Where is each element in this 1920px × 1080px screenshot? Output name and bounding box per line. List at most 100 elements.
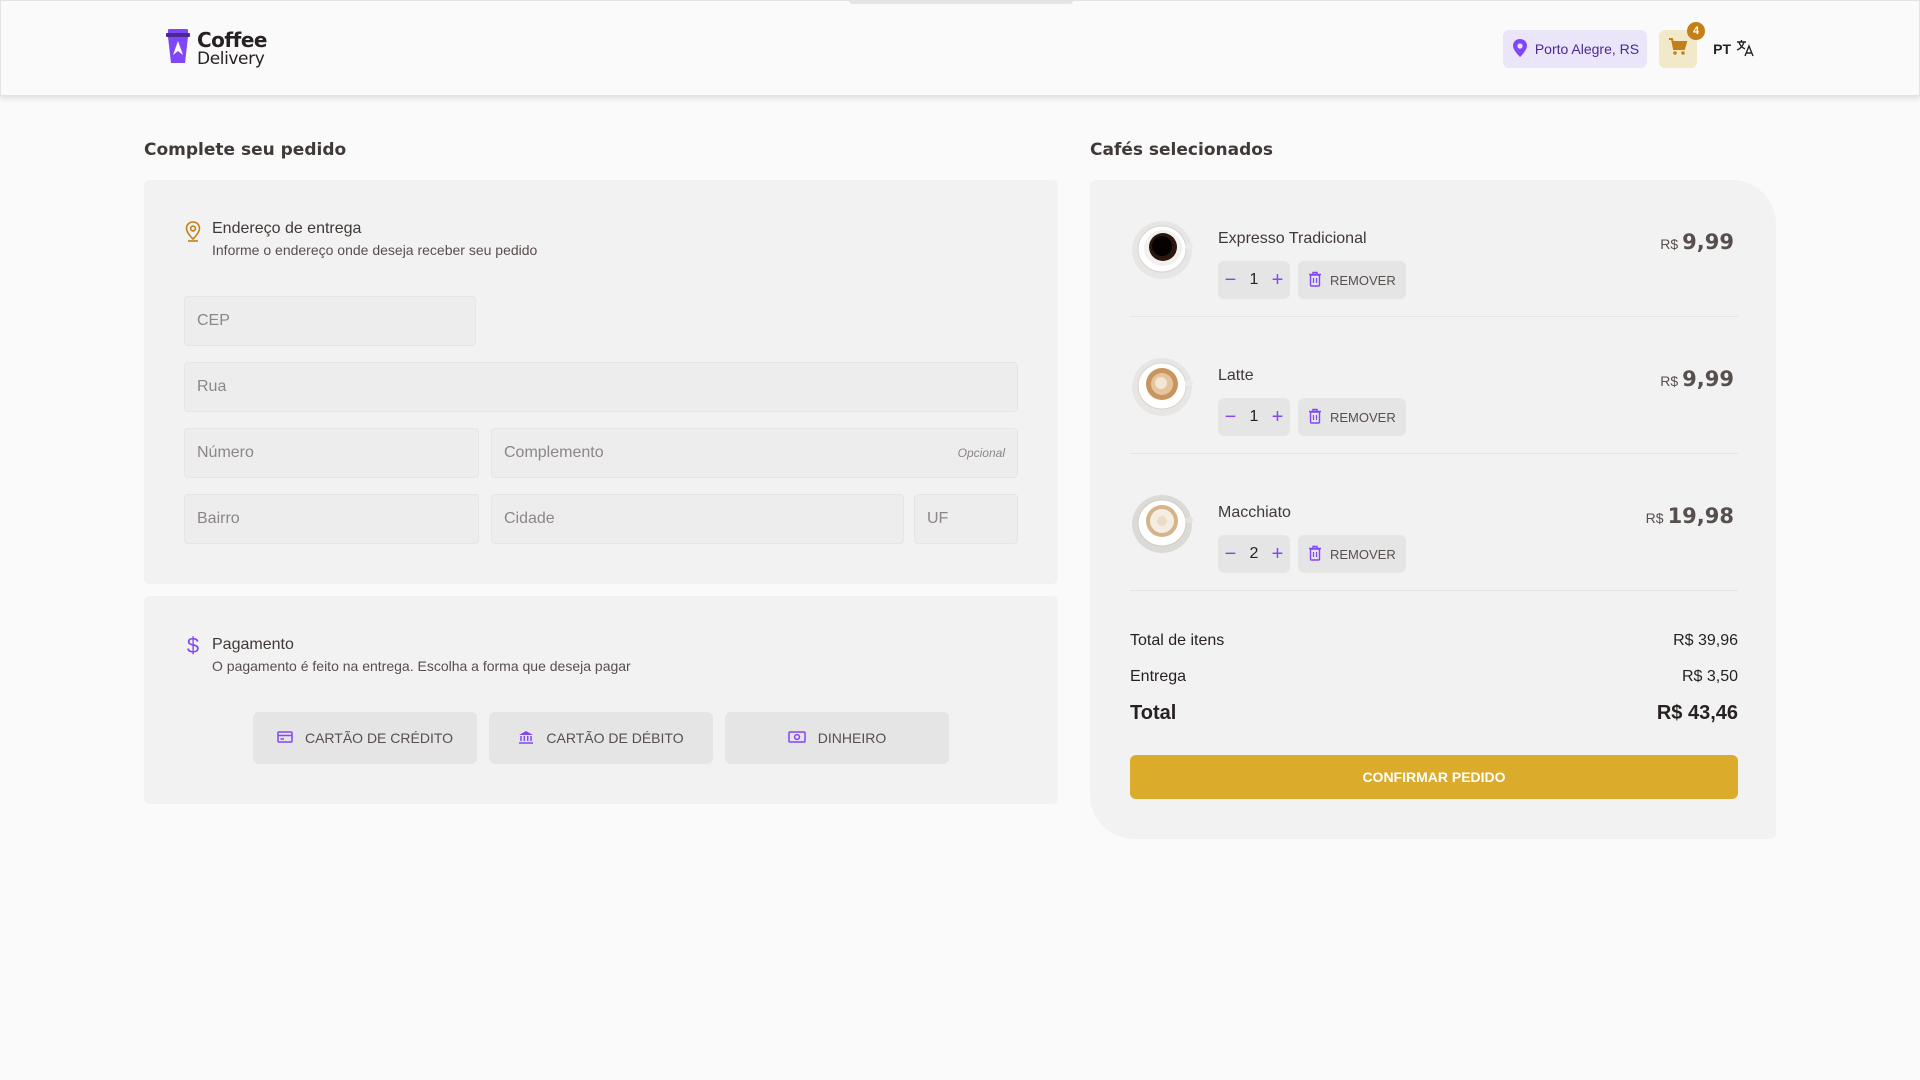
address-card: Endereço de entrega Informe o endereço o… <box>144 180 1058 584</box>
item-quantity: 1 <box>1249 271 1259 288</box>
minus-icon[interactable]: − <box>1225 544 1237 564</box>
item-price-value: 19,98 <box>1667 504 1734 528</box>
expresso-cup-image <box>1130 216 1194 280</box>
plus-icon[interactable]: + <box>1272 270 1284 290</box>
dollar-icon: $ <box>186 633 200 658</box>
bairro-input[interactable]: Bairro <box>184 494 479 544</box>
delivery-row: Entrega R$ 3,50 <box>1130 668 1738 686</box>
map-pin-icon <box>1511 38 1529 61</box>
quantity-stepper: − 1 + <box>1218 398 1290 436</box>
quantity-stepper: − 1 + <box>1218 261 1290 299</box>
plus-icon[interactable]: + <box>1272 544 1284 564</box>
payment-card: $ Pagamento O pagamento é feito na entre… <box>144 596 1058 804</box>
uf-input[interactable]: UF <box>914 494 1018 544</box>
cep-input[interactable]: CEP <box>184 296 476 346</box>
address-subtitle: Informe o endereço onde deseja receber s… <box>212 242 538 258</box>
delivery-label: Entrega <box>1130 668 1187 685</box>
cep-placeholder: CEP <box>197 312 230 329</box>
map-pin-outline-icon <box>184 220 202 258</box>
bairro-placeholder: Bairro <box>197 510 240 527</box>
item-price: R$ 9,99 <box>1660 230 1734 254</box>
translate-icon <box>1735 38 1755 61</box>
cidade-input[interactable]: Cidade <box>491 494 904 544</box>
item-quantity: 2 <box>1249 545 1259 562</box>
complemento-input[interactable]: Complemento Opcional <box>491 428 1018 478</box>
cart-section-title: Cafés selecionados <box>1090 140 1274 160</box>
remove-label: REMOVER <box>1330 546 1396 562</box>
uf-placeholder: UF <box>927 510 949 527</box>
cart-item: Macchiato − 2 + REMOVER R$ 19,98 <box>1130 454 1738 591</box>
remove-button[interactable]: REMOVER <box>1298 398 1406 436</box>
trash-icon <box>1308 545 1322 564</box>
minus-icon[interactable]: − <box>1225 270 1237 290</box>
numero-input[interactable]: Número <box>184 428 479 478</box>
bank-icon <box>518 729 534 748</box>
item-price: R$ 9,99 <box>1660 367 1734 391</box>
trash-icon <box>1308 408 1322 427</box>
complemento-placeholder: Complemento <box>504 444 604 461</box>
logo[interactable]: Coffee Delivery <box>165 27 267 70</box>
payment-credit-button[interactable]: CARTÃO DE CRÉDITO <box>253 712 477 764</box>
cart-item: Latte − 1 + REMOVER R$ 9,99 <box>1130 317 1738 454</box>
header: Coffee Delivery Porto Alegre, RS 4 PT <box>0 0 1920 96</box>
credit-card-icon <box>277 730 293 747</box>
coffee-cup-logo-icon <box>165 27 191 70</box>
remove-label: REMOVER <box>1330 272 1396 288</box>
remove-button[interactable]: REMOVER <box>1298 535 1406 573</box>
item-quantity: 1 <box>1249 408 1259 425</box>
confirm-order-button[interactable]: CONFIRMAR PEDIDO <box>1130 755 1738 799</box>
currency-label: R$ <box>1660 236 1679 252</box>
item-price-value: 9,99 <box>1682 230 1734 254</box>
cart-button[interactable]: 4 <box>1659 22 1706 68</box>
header-tab-indicator <box>849 1 1073 4</box>
remove-label: REMOVER <box>1330 409 1396 425</box>
cidade-placeholder: Cidade <box>504 510 555 527</box>
payment-title: Pagamento <box>212 636 294 653</box>
shopping-cart-icon <box>1668 37 1688 62</box>
logo-line2: Delivery <box>197 48 265 69</box>
item-name: Expresso Tradicional <box>1218 230 1367 247</box>
items-total-row: Total de itens R$ 39,96 <box>1130 632 1738 650</box>
payment-debit-label: CARTÃO DE DÉBITO <box>546 730 684 746</box>
total-label: Total <box>1130 702 1177 724</box>
numero-placeholder: Número <box>197 444 254 461</box>
item-price-value: 9,99 <box>1682 367 1734 391</box>
rua-placeholder: Rua <box>197 378 227 395</box>
remove-button[interactable]: REMOVER <box>1298 261 1406 299</box>
address-title: Endereço de entrega <box>212 220 362 237</box>
item-price: R$ 19,98 <box>1646 504 1734 528</box>
language-switcher[interactable]: PT <box>1713 38 1755 61</box>
payment-cash-label: DINHEIRO <box>817 730 887 746</box>
latte-cup-image <box>1130 353 1194 417</box>
items-total-label: Total de itens <box>1130 632 1225 649</box>
item-name: Macchiato <box>1218 504 1291 521</box>
totals-section: Total de itens R$ 39,96 Entrega R$ 3,50 … <box>1130 632 1738 725</box>
plus-icon[interactable]: + <box>1272 407 1284 427</box>
minus-icon[interactable]: − <box>1225 407 1237 427</box>
payment-credit-label: CARTÃO DE CRÉDITO <box>304 730 454 746</box>
cart-panel: Expresso Tradicional − 1 + REMOVER R$ 9,… <box>1090 180 1776 839</box>
total-value: R$ 43,46 <box>1656 702 1738 724</box>
location-badge[interactable]: Porto Alegre, RS <box>1502 30 1648 68</box>
money-icon <box>788 730 806 747</box>
language-code: PT <box>1713 41 1731 57</box>
location-text: Porto Alegre, RS <box>1534 41 1640 57</box>
payment-debit-button[interactable]: CARTÃO DE DÉBITO <box>489 712 713 764</box>
currency-label: R$ <box>1645 510 1664 526</box>
macchiato-cup-image <box>1130 490 1194 554</box>
delivery-value: R$ 3,50 <box>1681 668 1738 685</box>
logo-line1: Coffee <box>197 27 267 52</box>
payment-subtitle: O pagamento é feito na entrega. Escolha … <box>212 658 631 674</box>
currency-label: R$ <box>1660 373 1679 389</box>
quantity-stepper: − 2 + <box>1218 535 1290 573</box>
optional-label: Opcional <box>957 446 1005 460</box>
order-section-title: Complete seu pedido <box>144 140 347 160</box>
items-total-value: R$ 39,96 <box>1673 632 1738 649</box>
item-name: Latte <box>1218 367 1254 384</box>
total-row: Total R$ 43,46 <box>1130 702 1738 725</box>
cart-item: Expresso Tradicional − 1 + REMOVER R$ 9,… <box>1130 180 1738 317</box>
rua-input[interactable]: Rua <box>184 362 1018 412</box>
trash-icon <box>1308 271 1322 290</box>
payment-cash-button[interactable]: DINHEIRO <box>725 712 949 764</box>
cart-count-badge: 4 <box>1687 22 1706 40</box>
